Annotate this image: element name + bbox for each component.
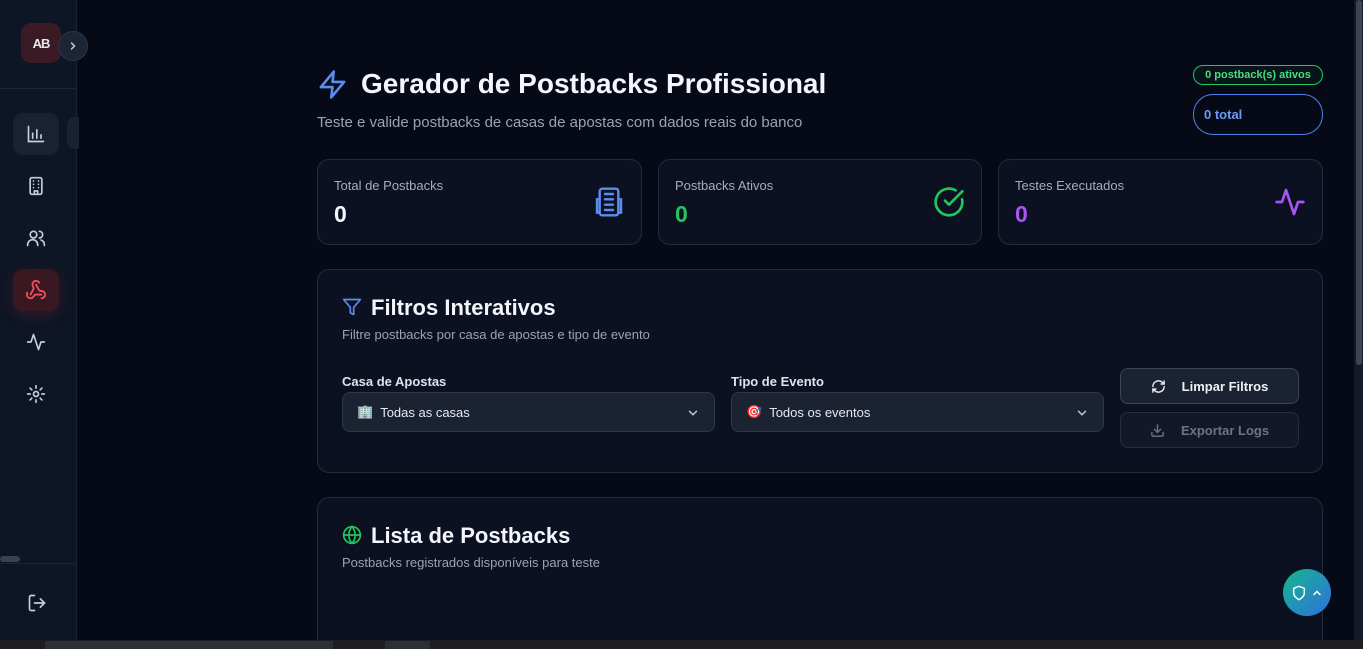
stat-value: 0 bbox=[675, 201, 688, 227]
active-count-badge: 0 postback(s) ativos bbox=[1193, 65, 1323, 85]
taskbar-app[interactable] bbox=[385, 641, 430, 649]
activity-icon bbox=[26, 333, 46, 351]
floating-security-widget[interactable] bbox=[1283, 569, 1331, 616]
sidebar-divider bbox=[0, 563, 77, 564]
stat-label: Total de Postbacks bbox=[334, 178, 444, 193]
check-circle-icon bbox=[933, 186, 965, 223]
webhook-icon bbox=[25, 279, 47, 300]
building-emoji-icon: 🏢 bbox=[357, 404, 374, 419]
evento-select-value: Todos os eventos bbox=[769, 404, 871, 420]
logout-icon bbox=[28, 594, 46, 612]
refresh-icon bbox=[1151, 379, 1165, 393]
casa-label: Casa de Apostas bbox=[342, 374, 447, 389]
building-icon bbox=[29, 176, 43, 196]
casa-select-value: Todas as casas bbox=[380, 404, 470, 420]
app-logo[interactable]: AB bbox=[21, 23, 61, 63]
filter-icon bbox=[342, 297, 362, 322]
chevron-down-icon bbox=[688, 410, 698, 416]
list-subtitle: Postbacks registrados disponíveis para t… bbox=[342, 555, 600, 570]
nav-postbacks[interactable] bbox=[13, 269, 59, 311]
nav-activity[interactable] bbox=[13, 321, 59, 363]
logout-button[interactable] bbox=[22, 588, 52, 618]
page-scrollbar-thumb[interactable] bbox=[1356, 0, 1362, 365]
nav-settings[interactable] bbox=[13, 373, 59, 415]
page-title: Gerador de Postbacks Profissional bbox=[361, 68, 827, 99]
zap-icon bbox=[317, 69, 348, 105]
sidebar: AB bbox=[0, 0, 79, 640]
page-subtitle: Teste e valide postbacks de casas de apo… bbox=[317, 114, 803, 131]
evento-label: Tipo de Evento bbox=[731, 374, 824, 389]
sidebar-divider bbox=[0, 88, 77, 89]
chevron-down-icon bbox=[1077, 410, 1087, 416]
list-title: Lista de Postbacks bbox=[371, 523, 571, 548]
target-emoji-icon: 🎯 bbox=[746, 404, 763, 419]
stat-value: 0 bbox=[334, 201, 347, 227]
clear-filters-button[interactable]: Limpar Filtros bbox=[1120, 368, 1299, 404]
filters-subtitle: Filtre postbacks por casa de apostas e t… bbox=[342, 327, 650, 342]
export-logs-label: Exportar Logs bbox=[1180, 422, 1270, 438]
total-count-badge: 0 total bbox=[1193, 94, 1323, 135]
settings-icon bbox=[26, 384, 46, 404]
stat-label: Postbacks Ativos bbox=[675, 178, 774, 193]
sidebar-toggle-button[interactable] bbox=[58, 31, 88, 61]
building-icon bbox=[593, 186, 625, 223]
stat-value: 0 bbox=[1015, 201, 1028, 227]
chevron-right-icon bbox=[70, 42, 76, 50]
casa-select[interactable]: 🏢 Todas as casas bbox=[342, 392, 715, 432]
filters-panel: Filtros Interativos Filtre postbacks por… bbox=[317, 269, 1323, 473]
clear-filters-label: Limpar Filtros bbox=[1181, 378, 1269, 394]
logo-text: AB bbox=[32, 35, 51, 51]
taskbar-search-box[interactable] bbox=[45, 641, 333, 649]
nav-users[interactable] bbox=[13, 217, 59, 259]
nav-dashboard[interactable] bbox=[13, 113, 59, 155]
shield-icon bbox=[1292, 585, 1306, 600]
download-icon bbox=[1151, 423, 1164, 437]
filters-title: Filtros Interativos bbox=[371, 295, 556, 320]
nav-casas[interactable] bbox=[13, 165, 59, 207]
users-icon bbox=[26, 230, 46, 247]
stat-label: Testes Executados bbox=[1015, 178, 1125, 193]
bar-chart-icon bbox=[27, 125, 45, 143]
globe-icon bbox=[342, 525, 362, 550]
sidebar-scrollbar[interactable] bbox=[0, 556, 20, 562]
stat-card-total: Total de Postbacks 0 bbox=[317, 159, 642, 245]
evento-select[interactable]: 🎯 Todos os eventos bbox=[731, 392, 1104, 432]
tooltip-pointer bbox=[67, 117, 79, 149]
activity-icon bbox=[1274, 186, 1306, 223]
stat-card-tests: Testes Executados 0 bbox=[998, 159, 1323, 245]
export-logs-button[interactable]: Exportar Logs bbox=[1120, 412, 1299, 448]
stat-card-active: Postbacks Ativos 0 bbox=[658, 159, 982, 245]
postbacks-list-panel: Lista de Postbacks Postbacks registrados… bbox=[317, 497, 1323, 649]
chevron-up-icon bbox=[1313, 589, 1321, 595]
